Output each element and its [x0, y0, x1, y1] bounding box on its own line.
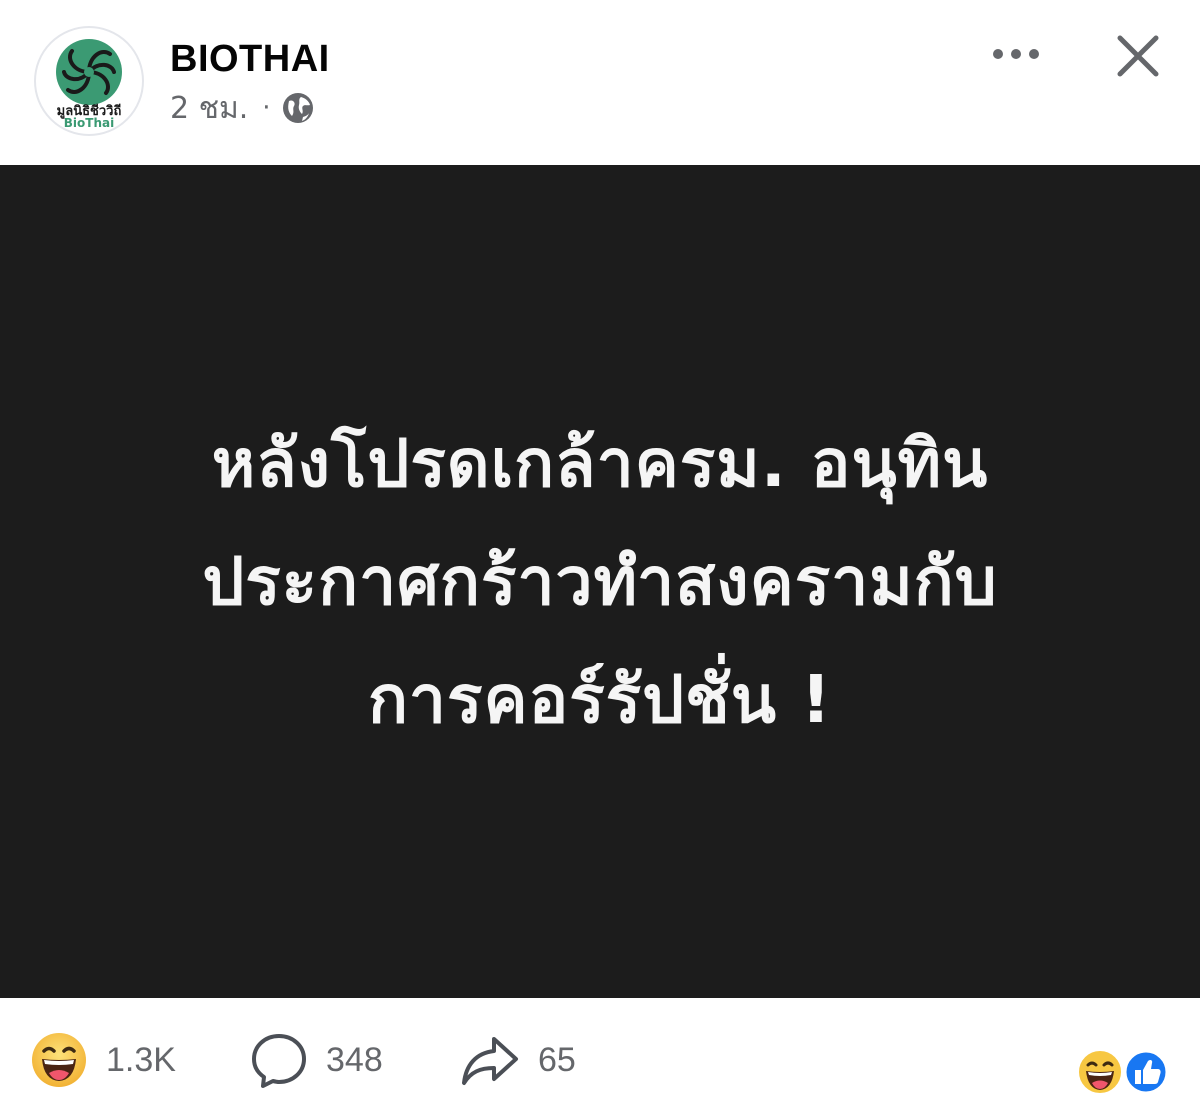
page-name[interactable]: BIOTHAI [170, 38, 330, 81]
reaction-count: 1.3K [106, 1040, 176, 1079]
post-header: มูลนิธิชีววิถี BioThai BIOTHAI 2 ชม. · [0, 0, 1200, 165]
post-image[interactable]: หลังโปรดเกล้าครม. อนุทิน ประกาศกร้าวทำสง… [0, 165, 1200, 998]
comment-bubble-icon [252, 1034, 306, 1088]
image-text-line-3: การคอร์รัปชั่น ! [367, 660, 833, 738]
reaction-button[interactable]: 1.3K [30, 1028, 176, 1092]
globe-icon [281, 91, 315, 125]
post-footer: 1.3K 348 65 [0, 998, 1200, 1116]
post-timestamp[interactable]: 2 ชม. [170, 85, 248, 132]
like-icon [1123, 1049, 1169, 1095]
image-text-line-2: ประกาศกร้าวทำสงครามกับ [202, 542, 998, 620]
share-button[interactable]: 65 [460, 1028, 576, 1092]
comment-count: 348 [326, 1040, 383, 1079]
image-text-line-1: หลังโปรดเกล้าครม. อนุทิน [211, 424, 989, 502]
haha-emoji-icon [1077, 1049, 1123, 1095]
share-count: 65 [538, 1040, 576, 1079]
share-arrow-icon [462, 1037, 518, 1085]
comment-button[interactable]: 348 [250, 1028, 383, 1092]
close-icon [1117, 35, 1159, 77]
logo-latin-text: BioThai [63, 116, 115, 130]
haha-emoji-icon [32, 1033, 86, 1087]
post-meta: 2 ชม. · [170, 88, 315, 128]
close-button[interactable] [1112, 30, 1164, 82]
reactions-summary[interactable] [1076, 1048, 1172, 1096]
page-avatar[interactable]: มูลนิธิชีววิถี BioThai [34, 26, 144, 136]
more-options-button[interactable] [990, 36, 1042, 72]
meta-separator: · [262, 93, 271, 123]
more-horizontal-icon [993, 49, 1039, 59]
